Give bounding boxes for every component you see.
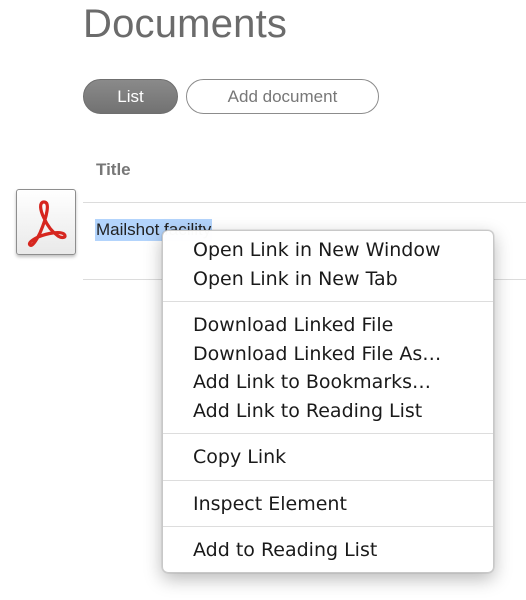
- table-divider: [83, 202, 526, 203]
- title-column-header[interactable]: Title: [96, 160, 131, 180]
- menu-separator: [163, 526, 493, 527]
- acrobat-logo-icon: [27, 200, 67, 247]
- pdf-icon[interactable]: [16, 189, 76, 255]
- menu-item-open-link-new-window[interactable]: Open Link in New Window: [163, 236, 493, 265]
- menu-item-inspect-element[interactable]: Inspect Element: [163, 490, 493, 519]
- context-menu: Open Link in New Window Open Link in New…: [162, 230, 494, 573]
- list-button[interactable]: List: [83, 79, 178, 114]
- menu-item-open-link-new-tab[interactable]: Open Link in New Tab: [163, 265, 493, 294]
- menu-item-add-link-to-reading-list[interactable]: Add Link to Reading List: [163, 397, 493, 426]
- menu-item-download-linked-file[interactable]: Download Linked File: [163, 311, 493, 340]
- menu-item-add-to-reading-list[interactable]: Add to Reading List: [163, 536, 493, 565]
- menu-item-download-linked-file-as[interactable]: Download Linked File As…: [163, 340, 493, 369]
- menu-separator: [163, 301, 493, 302]
- menu-separator: [163, 433, 493, 434]
- menu-item-copy-link[interactable]: Copy Link: [163, 443, 493, 472]
- menu-separator: [163, 479, 493, 481]
- menu-item-add-link-to-bookmarks[interactable]: Add Link to Bookmarks…: [163, 368, 493, 397]
- page-title: Documents: [83, 2, 288, 46]
- add-document-button[interactable]: Add document: [186, 79, 379, 114]
